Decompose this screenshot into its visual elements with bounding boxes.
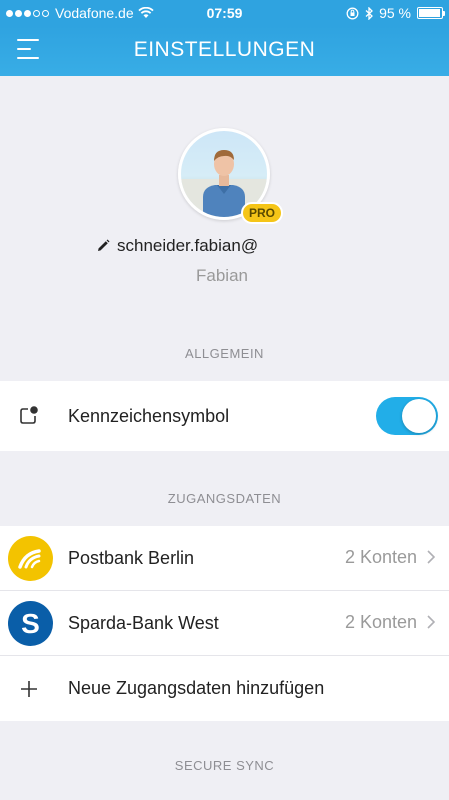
badge-symbol-toggle[interactable] xyxy=(376,397,438,435)
orientation-lock-icon xyxy=(346,7,359,19)
toggle-knob xyxy=(402,399,436,433)
chevron-right-icon xyxy=(427,615,435,629)
account-name: Sparda-Bank West xyxy=(68,612,219,633)
status-right: 95 % xyxy=(346,5,445,21)
add-credentials-button[interactable]: Neue Zugangsdaten hinzufügen xyxy=(0,656,449,721)
pro-badge: PRO xyxy=(241,202,283,224)
section-header-secure-sync: SECURE SYNC xyxy=(174,758,275,773)
page-title: EINSTELLUNGEN xyxy=(133,38,316,61)
badge-symbol-label: Kennzeichensymbol xyxy=(68,405,230,426)
status-bar: Vodafone.de 07:59 95 % xyxy=(0,0,449,26)
account-name: Postbank Berlin xyxy=(68,547,195,568)
postbank-logo-icon xyxy=(8,536,53,581)
account-row-postbank[interactable]: Postbank Berlin 2 Konten xyxy=(0,526,449,591)
svg-text:S: S xyxy=(21,608,40,639)
navigation-bar: EINSTELLUNGEN xyxy=(0,26,449,76)
plus-icon xyxy=(21,681,37,697)
section-header-general: ALLGEMEIN xyxy=(185,346,264,361)
bluetooth-icon xyxy=(365,6,374,20)
sparda-logo-icon: S xyxy=(8,601,53,646)
credentials-group: Postbank Berlin 2 Konten S Sparda-Bank W… xyxy=(0,526,449,721)
account-count: 2 Konten xyxy=(344,612,417,632)
settings-row-badge-symbol: Kennzeichensymbol xyxy=(0,381,449,451)
account-row-sparda[interactable]: S Sparda-Bank West 2 Konten xyxy=(0,591,449,656)
battery-percent: 95 % xyxy=(379,5,411,21)
chevron-right-icon xyxy=(427,550,435,564)
account-count: 2 Konten xyxy=(344,547,417,567)
user-name: Fabian xyxy=(196,266,248,285)
add-credentials-label: Neue Zugangsdaten hinzufügen xyxy=(68,678,325,698)
app-badge-icon xyxy=(20,406,38,424)
general-group: Kennzeichensymbol xyxy=(0,381,449,451)
email-row[interactable]: schneider.fabian@ xyxy=(96,236,258,256)
user-email: schneider.fabian@ xyxy=(117,236,259,255)
battery-icon xyxy=(417,7,445,19)
section-header-credentials: ZUGANGSDATEN xyxy=(167,491,282,506)
pencil-icon[interactable] xyxy=(96,239,110,253)
profile-section: PRO schneider.fabian@ Fabian xyxy=(0,76,449,306)
